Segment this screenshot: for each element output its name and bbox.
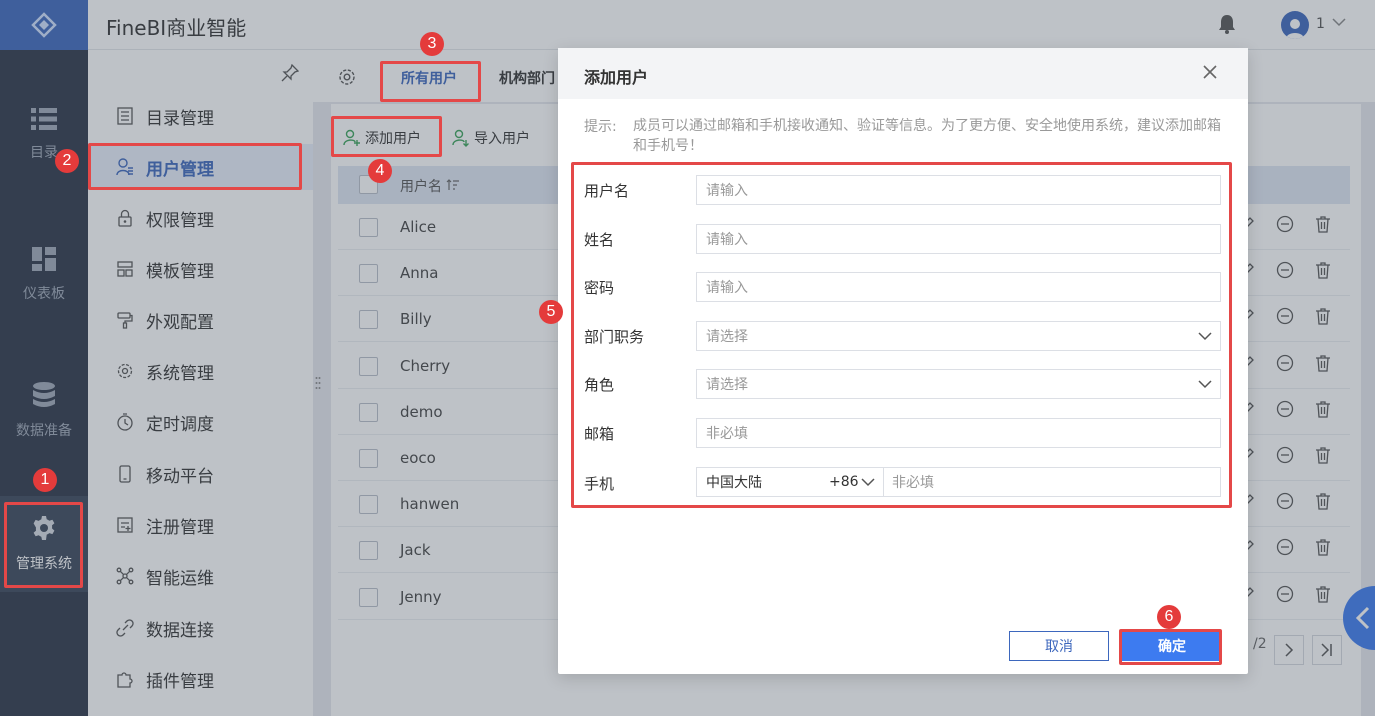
hint-text: 成员可以通过邮箱和手机接收通知、验证等信息。为了更方便、安全地使用系统，建议添加… xyxy=(633,118,1221,154)
annotation-box-confirm xyxy=(1119,629,1222,665)
dialog-title: 添加用户 xyxy=(584,68,649,87)
annotation-box-user-manage xyxy=(88,143,302,190)
annotation-box-add-user xyxy=(331,116,442,157)
annotation-badge-4: 4 xyxy=(368,159,392,183)
annotation-badge-3: 3 xyxy=(420,32,444,56)
dialog-header: 添加用户 xyxy=(558,48,1248,99)
annotation-badge-5: 5 xyxy=(539,300,563,324)
annotation-badge-1: 1 xyxy=(33,468,57,492)
annotation-box-form xyxy=(571,162,1232,508)
annotation-box-all-users xyxy=(380,61,481,102)
annotation-box-admin xyxy=(4,502,83,588)
hint-label: 提示: xyxy=(584,119,617,135)
annotation-badge-2: 2 xyxy=(55,149,79,173)
close-icon[interactable] xyxy=(1202,64,1218,80)
annotation-badge-6: 6 xyxy=(1157,605,1181,629)
cancel-button[interactable]: 取消 xyxy=(1009,631,1109,661)
